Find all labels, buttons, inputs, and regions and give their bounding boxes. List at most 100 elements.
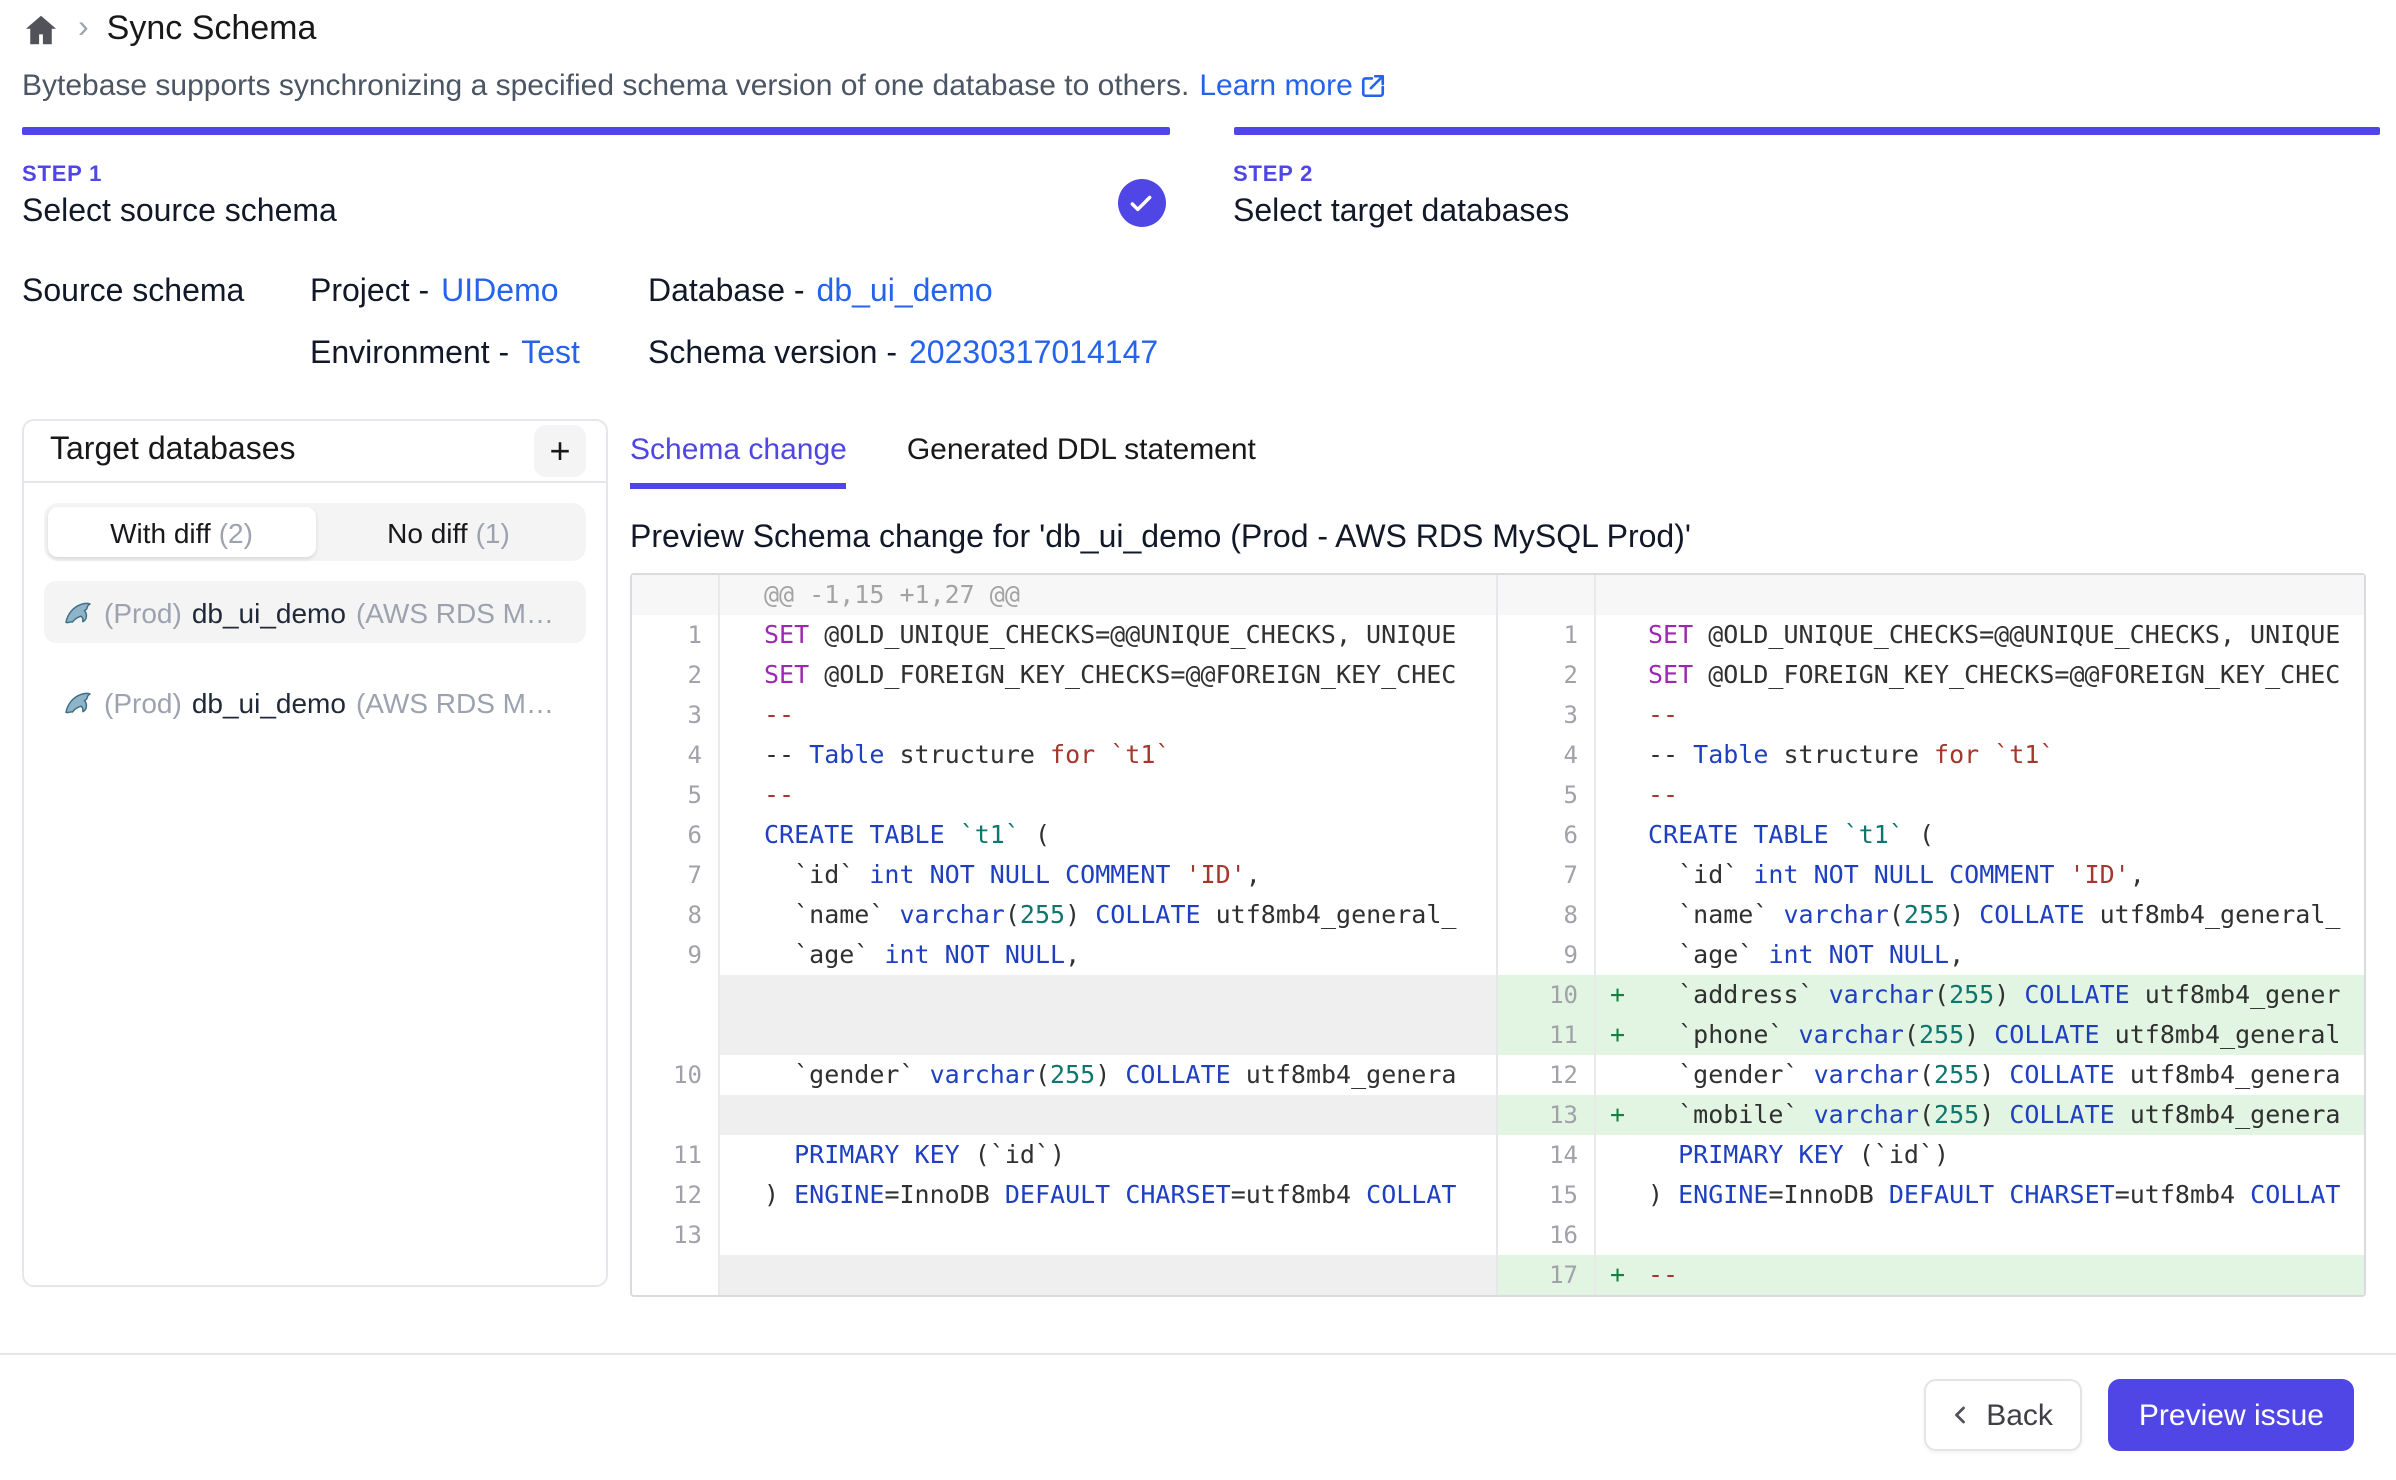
target-database-item[interactable]: (Prod)db_ui_demo(AWS RDS MySQL Prod) — [44, 581, 586, 643]
line-number: 1 — [632, 615, 720, 655]
diff-row: 16 — [1498, 1215, 2364, 1255]
chevron-left-icon — [1946, 1401, 1974, 1429]
target-databases-header: Target databases + — [24, 421, 606, 483]
line-number: 6 — [632, 815, 720, 855]
code-line: -- Table structure for `t1` — [720, 735, 1496, 775]
code-line: PRIMARY KEY (`id`) — [1648, 1135, 2364, 1175]
diff-marker: + — [1596, 1015, 1648, 1055]
diff-row: 4-- Table structure for `t1` — [632, 735, 1496, 775]
line-number — [632, 1255, 720, 1295]
code-line: CREATE TABLE `t1` ( — [1648, 815, 2364, 855]
step-complete-badge — [1117, 179, 1165, 227]
diff-row: 11 PRIMARY KEY (`id`) — [632, 1135, 1496, 1175]
line-number: 6 — [1498, 815, 1596, 855]
add-target-database-button[interactable]: + — [534, 425, 586, 477]
line-number: 3 — [1498, 695, 1596, 735]
line-number: 12 — [632, 1175, 720, 1215]
tab-schema-change[interactable]: Schema change — [630, 433, 847, 489]
environment-link[interactable]: Test — [521, 337, 580, 371]
tab-no-diff-label: No diff — [387, 516, 467, 548]
target-databases-panel: Target databases + With diff (2) No diff… — [22, 419, 608, 1287]
step-1: STEP 1 Select source schema — [22, 127, 1169, 231]
line-number — [632, 1015, 720, 1055]
diff-pane-original: @@ -1,15 +1,27 @@1SET @OLD_UNIQUE_CHECKS… — [632, 575, 1498, 1295]
schema-version-label: Schema version - — [648, 337, 897, 371]
code-line: SET @OLD_UNIQUE_CHECKS=@@UNIQUE_CHECKS, … — [1648, 615, 2364, 655]
schema-diff-viewer[interactable]: @@ -1,15 +1,27 @@1SET @OLD_UNIQUE_CHECKS… — [630, 573, 2366, 1297]
target-database-list: (Prod)db_ui_demo(AWS RDS MySQL Prod)(Pro… — [44, 581, 586, 733]
mysql-icon — [62, 686, 94, 718]
line-number: 7 — [632, 855, 720, 895]
step-2-title: Select target databases — [1233, 195, 2380, 231]
code-line: `gender` varchar(255) COLLATE utf8mb4_ge… — [1648, 1055, 2364, 1095]
diff-marker — [1596, 695, 1648, 735]
code-line — [720, 1255, 1496, 1295]
diff-row: 12) ENGINE=InnoDB DEFAULT CHARSET=utf8mb… — [632, 1175, 1496, 1215]
project-link[interactable]: UIDemo — [441, 275, 558, 309]
code-line — [720, 1215, 1496, 1255]
db-instance: (AWS RDS MySQL Prod) — [356, 686, 568, 718]
tab-generated-ddl[interactable]: Generated DDL statement — [907, 433, 1256, 489]
diff-marker: + — [1596, 1255, 1648, 1295]
back-button[interactable]: Back — [1924, 1379, 2083, 1451]
code-line: -- Table structure for `t1` — [1648, 735, 2364, 775]
diff-marker — [1596, 1055, 1648, 1095]
diff-row: 9 `age` int NOT NULL, — [632, 935, 1496, 975]
external-link-icon — [1361, 73, 1387, 99]
diff-row: 17+-- — [1498, 1255, 2364, 1295]
learn-more-link[interactable]: Learn more — [1199, 69, 1386, 103]
line-number: 5 — [632, 775, 720, 815]
page-title: Sync Schema — [107, 9, 317, 49]
tab-with-diff-label: With diff — [110, 516, 211, 548]
diff-row: 3-- — [632, 695, 1496, 735]
source-schema-label: Source schema — [22, 275, 310, 373]
diff-row: 7 `id` int NOT NULL COMMENT 'ID', — [1498, 855, 2364, 895]
target-database-item[interactable]: (Prod) db_ui_demo (AWS RDS MySQL Prod) — [44, 671, 586, 733]
line-number: 1 — [1498, 615, 1596, 655]
code-line: `gender` varchar(255) COLLATE utf8mb4_ge… — [720, 1055, 1496, 1095]
line-number — [632, 1095, 720, 1135]
line-number: 4 — [632, 735, 720, 775]
tab-no-diff[interactable]: No diff (1) — [315, 507, 582, 557]
step-1-label: STEP 1 — [22, 163, 1169, 187]
tab-with-diff[interactable]: With diff (2) — [48, 507, 315, 557]
schema-version-link[interactable]: 20230317014147 — [909, 337, 1158, 371]
diff-marker — [1596, 655, 1648, 695]
diff-filter-tabs: With diff (2) No diff (1) — [44, 503, 586, 561]
step-2-bar — [1233, 127, 2380, 135]
diff-row — [632, 1255, 1496, 1295]
db-environment: (Prod) — [104, 686, 182, 718]
diff-row: 12 `gender` varchar(255) COLLATE utf8mb4… — [1498, 1055, 2364, 1095]
intro-description: Bytebase supports synchronizing a specif… — [22, 69, 2396, 103]
code-line: `phone` varchar(255) COLLATE utf8mb4_gen… — [1648, 1015, 2364, 1055]
diff-row: 14 PRIMARY KEY (`id`) — [1498, 1135, 2364, 1175]
check-icon — [1128, 190, 1154, 216]
step-2-label: STEP 2 — [1233, 163, 2380, 187]
line-number: 8 — [632, 895, 720, 935]
home-icon[interactable] — [22, 10, 60, 48]
code-line: PRIMARY KEY (`id`) — [720, 1135, 1496, 1175]
code-line: SET @OLD_UNIQUE_CHECKS=@@UNIQUE_CHECKS, … — [720, 615, 1496, 655]
diff-row: 9 `age` int NOT NULL, — [1498, 935, 2364, 975]
line-number: 13 — [1498, 1095, 1596, 1135]
back-button-label: Back — [1986, 1398, 2053, 1432]
step-1-title: Select source schema — [22, 195, 1169, 231]
preview-issue-button[interactable]: Preview issue — [2109, 1379, 2354, 1451]
line-number: 11 — [632, 1135, 720, 1175]
diff-row: 10 `gender` varchar(255) COLLATE utf8mb4… — [632, 1055, 1496, 1095]
line-number: 3 — [632, 695, 720, 735]
code-line — [1648, 1215, 2364, 1255]
learn-more-label: Learn more — [1199, 69, 1352, 103]
line-number: 13 — [632, 1215, 720, 1255]
sync-schema-page: › Sync Schema Bytebase supports synchron… — [0, 7, 2396, 1480]
diff-row: 5-- — [1498, 775, 2364, 815]
database-link[interactable]: db_ui_demo — [817, 275, 993, 309]
diff-row: 7 `id` int NOT NULL COMMENT 'ID', — [632, 855, 1496, 895]
code-line — [720, 975, 1496, 1015]
db-name: db_ui_demo — [192, 686, 346, 718]
diff-marker — [1596, 815, 1648, 855]
breadcrumb: › Sync Schema — [22, 7, 2396, 51]
line-number: 9 — [632, 935, 720, 975]
db-name: db_ui_demo — [192, 596, 346, 628]
code-line: `name` varchar(255) COLLATE utf8mb4_gene… — [720, 895, 1496, 935]
